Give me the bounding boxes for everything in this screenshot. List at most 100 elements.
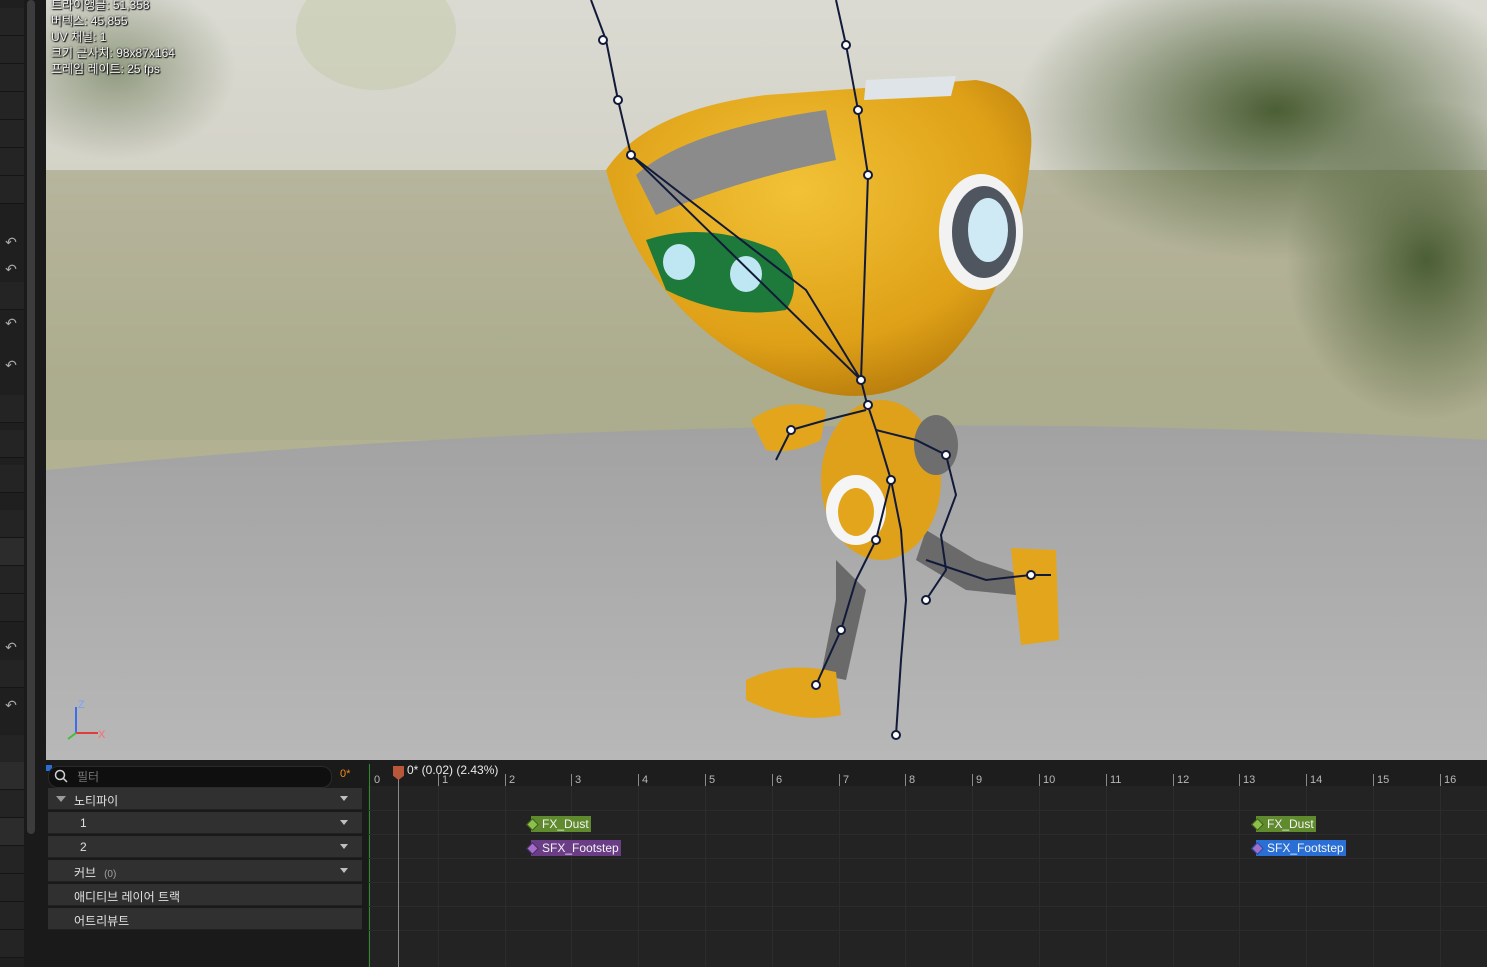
- property-row[interactable]: [0, 465, 24, 493]
- ruler-tick: [1306, 774, 1307, 786]
- row-divider: [368, 930, 1487, 931]
- track-additive-layer[interactable]: 애디티브 레이어 트랙: [48, 884, 362, 906]
- ruler-number: 14: [1310, 774, 1323, 786]
- grid-line: [839, 786, 840, 967]
- ruler-tick: [1239, 774, 1240, 786]
- ruler-number: 8: [909, 774, 916, 786]
- notify-label: SFX_Footstep: [542, 841, 619, 855]
- property-row[interactable]: [0, 902, 24, 930]
- property-row[interactable]: [0, 282, 24, 310]
- property-row[interactable]: [0, 176, 24, 204]
- property-row[interactable]: [0, 660, 24, 688]
- grid-line: [1306, 786, 1307, 967]
- search-box[interactable]: [48, 766, 332, 788]
- notify-fx-dust[interactable]: FX_Dust: [1251, 816, 1316, 832]
- property-row[interactable]: [0, 64, 24, 92]
- ruler-tick: [638, 774, 639, 786]
- property-row[interactable]: [0, 430, 24, 458]
- notify-label: FX_Dust: [1267, 817, 1314, 831]
- dropdown-arrow-icon[interactable]: [340, 820, 348, 825]
- reset-arrow-icon[interactable]: ↶: [2, 233, 20, 251]
- time-ruler[interactable]: 0 1 2 3 4 5 6 7 8 9 10 11 12 13 14 15 16: [368, 760, 1487, 786]
- search-input[interactable]: [75, 768, 319, 786]
- notify-diamond-icon[interactable]: [526, 818, 539, 831]
- ruler-tick: [839, 774, 840, 786]
- stat-line: 트라이앵글: 51,358: [51, 0, 150, 12]
- track-label: 커브 (0): [74, 864, 116, 881]
- property-row[interactable]: [0, 92, 24, 120]
- viewport-stats: 트라이앵글: 51,358 버텍스: 45,855 UV 채널: 1 크기 근사…: [51, 0, 175, 77]
- grid-line: [705, 786, 706, 967]
- property-row[interactable]: [0, 790, 24, 818]
- ruler-number: 5: [709, 774, 716, 786]
- start-marker: [369, 764, 370, 967]
- ruler-tick: [705, 774, 706, 786]
- property-row[interactable]: [0, 395, 24, 423]
- property-row[interactable]: [0, 120, 24, 148]
- search-icon: [54, 769, 68, 783]
- collapse-arrow-icon[interactable]: [56, 796, 66, 802]
- ruler-number: 13: [1243, 774, 1256, 786]
- property-row[interactable]: [0, 566, 24, 594]
- reset-arrow-icon[interactable]: ↶: [2, 314, 20, 332]
- dropdown-arrow-icon[interactable]: [340, 844, 348, 849]
- reset-arrow-icon[interactable]: ↶: [2, 696, 20, 714]
- curves-count: (0): [104, 869, 117, 880]
- ruler-tick: [1106, 774, 1107, 786]
- property-row[interactable]: [0, 8, 24, 36]
- property-row[interactable]: [0, 36, 24, 64]
- property-row[interactable]: [0, 874, 24, 902]
- notify-sfx-footstep-selected[interactable]: SFX_Footstep: [1251, 840, 1346, 856]
- ruler-number: 15: [1377, 774, 1390, 786]
- reset-arrow-icon[interactable]: ↶: [2, 260, 20, 278]
- grid-line: [438, 786, 439, 967]
- notify-diamond-icon[interactable]: [1251, 842, 1264, 855]
- ruler-number: 4: [642, 774, 649, 786]
- ruler-number: 7: [843, 774, 850, 786]
- row-divider: [368, 858, 1487, 859]
- ruler-tick: [1039, 774, 1040, 786]
- property-row[interactable]: [0, 930, 24, 958]
- ruler-tick: [905, 774, 906, 786]
- property-row[interactable]: [0, 510, 24, 538]
- ruler-tick: [571, 774, 572, 786]
- grid-line: [1440, 786, 1441, 967]
- notify-sfx-footstep[interactable]: SFX_Footstep: [526, 840, 621, 856]
- track-list: 0* 노티파이 1 2 커브 (0) 애디티브 레이어 트랙 어트리뷰트: [46, 760, 368, 967]
- property-row[interactable]: [0, 148, 24, 176]
- row-divider: [368, 906, 1487, 907]
- track-row-1[interactable]: 1: [48, 812, 362, 834]
- ruler-tick: [1173, 774, 1174, 786]
- track-label: 1: [80, 816, 87, 830]
- stat-line: 크기 근사치: 98x87x164: [51, 46, 175, 60]
- axis-z-label: Z: [78, 699, 85, 711]
- property-row[interactable]: [0, 818, 24, 846]
- dropdown-arrow-icon[interactable]: [340, 796, 348, 801]
- 3d-viewport[interactable]: 트라이앵글: 51,358 버텍스: 45,855 UV 채널: 1 크기 근사…: [46, 0, 1487, 760]
- notify-diamond-icon[interactable]: [526, 842, 539, 855]
- property-row[interactable]: [0, 762, 24, 790]
- reset-arrow-icon[interactable]: ↶: [2, 638, 20, 656]
- ruler-tick: [1373, 774, 1374, 786]
- ruler-number: 10: [1043, 774, 1056, 786]
- track-row-2[interactable]: 2: [48, 836, 362, 858]
- dropdown-arrow-icon[interactable]: [340, 868, 348, 873]
- property-row[interactable]: [0, 538, 24, 566]
- grid-line: [1106, 786, 1107, 967]
- timeline[interactable]: 0 1 2 3 4 5 6 7 8 9 10 11 12 13 14 15 16 FX_Dust SFX_Foo…: [368, 760, 1487, 967]
- property-row[interactable]: [0, 594, 24, 622]
- notify-diamond-icon[interactable]: [1251, 818, 1264, 831]
- property-row[interactable]: [0, 846, 24, 874]
- property-row[interactable]: [0, 735, 24, 763]
- grid-line: [905, 786, 906, 967]
- ruler-tick: [772, 774, 773, 786]
- track-notifies[interactable]: 노티파이: [48, 788, 362, 810]
- row-divider: [368, 882, 1487, 883]
- track-curves[interactable]: 커브 (0): [48, 860, 362, 882]
- track-attributes[interactable]: 어트리뷰트: [48, 908, 362, 930]
- scrollbar-thumb[interactable]: [27, 0, 35, 834]
- stat-line: UV 채널: 1: [51, 30, 107, 44]
- reset-arrow-icon[interactable]: ↶: [2, 356, 20, 374]
- grid-line: [571, 786, 572, 967]
- notify-fx-dust[interactable]: FX_Dust: [526, 816, 591, 832]
